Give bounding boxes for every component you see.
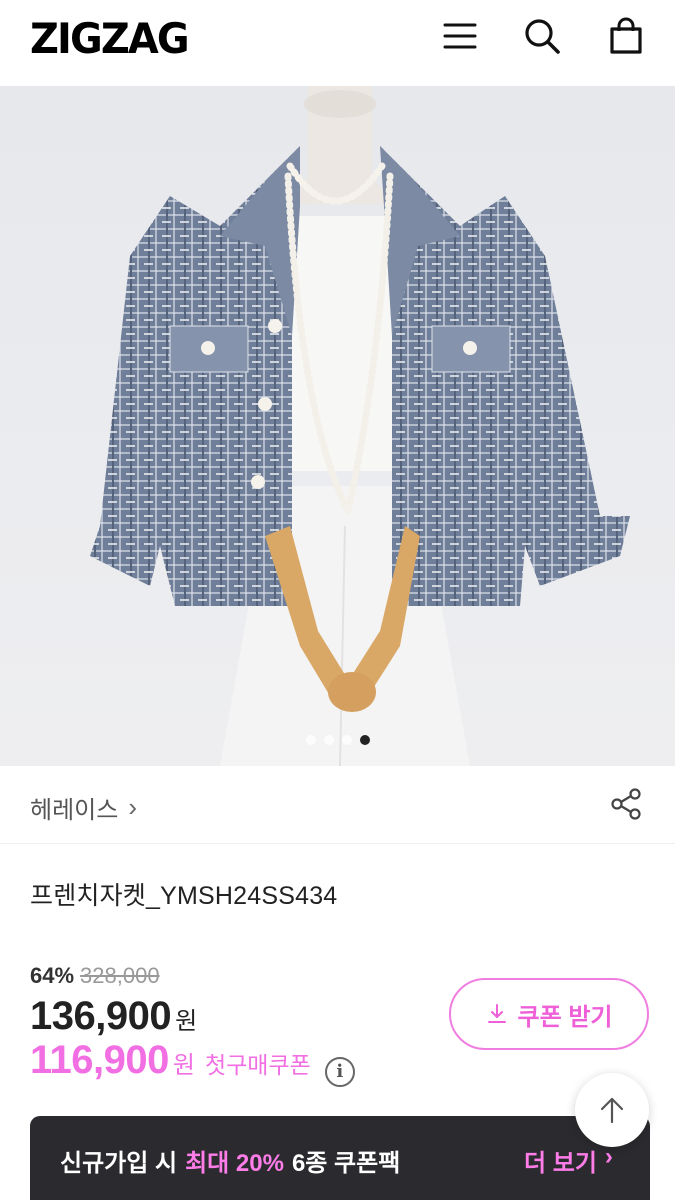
search-icon bbox=[525, 19, 560, 54]
jacket-illustration bbox=[90, 86, 630, 766]
search-button[interactable] bbox=[520, 14, 564, 58]
chevron-right-icon: › bbox=[128, 792, 137, 822]
first-purchase-coupon-label: 첫구매쿠폰 bbox=[204, 1052, 311, 1078]
zigzag-logo[interactable]: ZIGZAG bbox=[30, 14, 190, 63]
get-coupon-button[interactable]: 쿠폰 받기 bbox=[449, 978, 649, 1050]
currency-unit: 원 bbox=[175, 1008, 198, 1035]
download-icon bbox=[487, 1004, 506, 1023]
sale-price-row: 136,900 원 bbox=[30, 994, 197, 1039]
brand-name: 헤레이스 bbox=[30, 797, 119, 824]
get-coupon-label: 쿠폰 받기 bbox=[517, 1003, 613, 1031]
product-title: 프렌치자켓_YMSH24SS434 bbox=[30, 882, 338, 910]
discount-row: 64% 328,000 bbox=[30, 963, 160, 989]
sale-price: 136,900 bbox=[30, 994, 172, 1038]
hamburger-menu-icon bbox=[443, 23, 477, 49]
banner-more-link[interactable]: 더 보기 › bbox=[524, 1143, 613, 1178]
app-header: ZIGZAG bbox=[0, 0, 675, 86]
banner-text-prefix: 신규가입 시 bbox=[60, 1150, 178, 1177]
banner-text-suffix: 6종 쿠폰팩 bbox=[291, 1150, 401, 1177]
info-icon[interactable]: i bbox=[324, 1056, 355, 1087]
shopping-bag-icon bbox=[610, 17, 642, 54]
brand-link[interactable]: 헤레이스 › bbox=[30, 790, 137, 825]
signup-coupon-banner[interactable]: 신규가입 시 최대 20% 6종 쿠폰팩 더 보기 › bbox=[30, 1116, 650, 1200]
arrow-up-icon bbox=[600, 1097, 624, 1124]
gallery-dot[interactable] bbox=[306, 735, 316, 745]
gallery-dot[interactable] bbox=[324, 735, 334, 745]
original-price: 328,000 bbox=[80, 963, 160, 988]
coupon-price: 116,900 bbox=[30, 1038, 169, 1082]
currency-unit: 원 bbox=[172, 1052, 195, 1079]
brand-row: 헤레이스 › bbox=[0, 766, 675, 844]
gallery-dot[interactable] bbox=[342, 735, 352, 745]
banner-text: 신규가입 시 최대 20% 6종 쿠폰팩 bbox=[60, 1143, 400, 1178]
banner-highlight: 최대 20% bbox=[185, 1150, 284, 1177]
banner-more-label: 더 보기 bbox=[524, 1150, 597, 1177]
coupon-price-row: 116,900 원 첫구매쿠폰 i bbox=[30, 1038, 355, 1087]
menu-button[interactable] bbox=[438, 14, 482, 58]
share-icon[interactable] bbox=[608, 786, 644, 822]
gallery-dots bbox=[306, 735, 370, 745]
cart-button[interactable] bbox=[604, 14, 648, 58]
scroll-to-top-button[interactable] bbox=[575, 1073, 649, 1147]
chevron-right-icon: › bbox=[604, 1143, 613, 1170]
gallery-dot-active[interactable] bbox=[360, 735, 370, 745]
discount-rate: 64% bbox=[30, 963, 75, 988]
product-image[interactable] bbox=[0, 86, 675, 766]
